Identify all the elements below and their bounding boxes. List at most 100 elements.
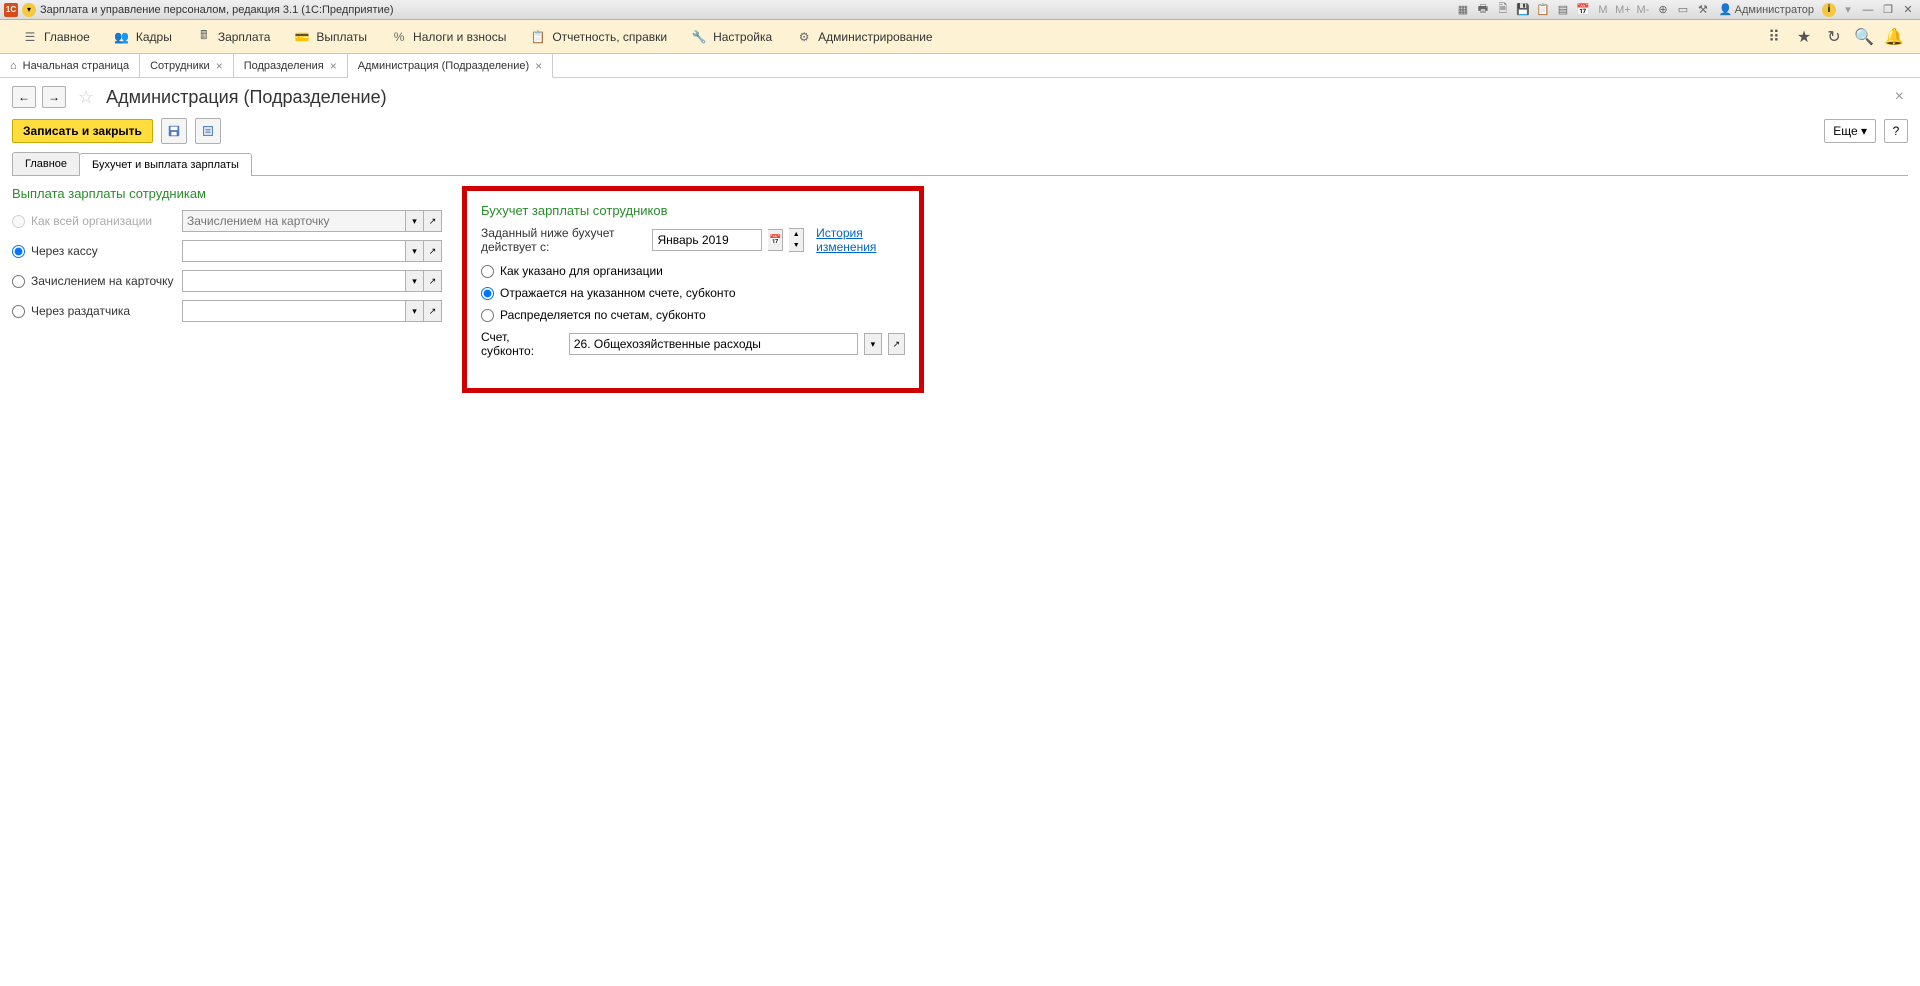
radio-razdatchik[interactable] bbox=[12, 305, 25, 318]
save-icon bbox=[167, 124, 181, 138]
radio-vsey-org[interactable] bbox=[12, 215, 25, 228]
more-button[interactable]: Еще ▾ bbox=[1824, 119, 1876, 143]
titlebar-tool-icon[interactable]: ⚒ bbox=[1695, 2, 1711, 18]
bell-icon[interactable]: 🔔 bbox=[1884, 27, 1904, 47]
tab-home-label: Начальная страница bbox=[23, 60, 129, 72]
nav-forward-button[interactable]: → bbox=[42, 86, 66, 108]
titlebar-save-icon[interactable]: 💾 bbox=[1515, 2, 1531, 18]
app-logo: 1C bbox=[4, 3, 18, 17]
hamburger-icon: ☰ bbox=[22, 29, 38, 45]
titlebar-print-icon[interactable]: 🖶 bbox=[1475, 2, 1491, 18]
tab-podrazdeleniya[interactable]: Подразделения × bbox=[234, 54, 348, 77]
close-window-button[interactable]: ✕ bbox=[1900, 2, 1916, 18]
close-icon[interactable]: × bbox=[535, 59, 542, 73]
menu-zarplata[interactable]: 🖩 Зарплата bbox=[184, 20, 283, 53]
spin-down-button[interactable]: ▼ bbox=[789, 240, 803, 251]
combo-open-btn[interactable]: ↗ bbox=[424, 270, 442, 292]
menu-admin[interactable]: ⚙ Администрирование bbox=[784, 20, 944, 53]
clipboard-icon: 📋 bbox=[530, 29, 546, 45]
radio-kartochka-label: Зачислением на карточку bbox=[31, 274, 174, 288]
titlebar-m-icon[interactable]: M bbox=[1595, 2, 1611, 18]
wrench-icon: 🔧 bbox=[691, 29, 707, 45]
radio-kassa[interactable] bbox=[12, 245, 25, 258]
titlebar-dropdown[interactable]: ▾ bbox=[22, 3, 36, 17]
menu-main[interactable]: ☰ Главное bbox=[10, 20, 102, 53]
wallet-icon: 💳 bbox=[294, 29, 310, 45]
input-kassa[interactable] bbox=[182, 240, 406, 262]
history-link[interactable]: История изменения bbox=[816, 226, 905, 254]
page-header: ← → ☆ Администрация (Подразделение) × bbox=[0, 78, 1920, 114]
menu-nastroika[interactable]: 🔧 Настройка bbox=[679, 20, 784, 53]
history-icon[interactable]: ↻ bbox=[1824, 27, 1844, 47]
user-icon: 👤 bbox=[1719, 3, 1733, 16]
save-close-button[interactable]: Записать и закрыть bbox=[12, 119, 153, 143]
list-button[interactable] bbox=[195, 118, 221, 144]
document-tabs: ⌂ Начальная страница Сотрудники × Подраз… bbox=[0, 54, 1920, 78]
menu-otchetnost[interactable]: 📋 Отчетность, справки bbox=[518, 20, 679, 53]
radio-kartochka[interactable] bbox=[12, 275, 25, 288]
combo-open-btn[interactable]: ↗ bbox=[424, 210, 442, 232]
combo-open-btn[interactable]: ↗ bbox=[424, 300, 442, 322]
titlebar-user[interactable]: 👤 Администратор bbox=[1715, 3, 1818, 16]
titlebar-table-icon[interactable]: ▤ bbox=[1555, 2, 1571, 18]
input-razdatchik[interactable] bbox=[182, 300, 406, 322]
titlebar: 1C ▾ Зарплата и управление персоналом, р… bbox=[0, 0, 1920, 20]
titlebar-zoom-icon[interactable]: ⊕ bbox=[1655, 2, 1671, 18]
radio-kak-ukazano[interactable] bbox=[481, 265, 494, 278]
home-icon: ⌂ bbox=[10, 60, 17, 72]
inner-tab-main[interactable]: Главное bbox=[12, 152, 80, 175]
spin-up-button[interactable]: ▲ bbox=[789, 229, 803, 240]
titlebar-copy-icon[interactable]: 📋 bbox=[1535, 2, 1551, 18]
inner-tab-buhuchet[interactable]: Бухучет и выплата зарплаты bbox=[79, 153, 252, 176]
combo-dropdown-btn[interactable]: ▾ bbox=[406, 270, 424, 292]
tab-home[interactable]: ⌂ Начальная страница bbox=[0, 54, 140, 77]
combo-dropdown-btn[interactable]: ▾ bbox=[406, 240, 424, 262]
titlebar-doc-icon[interactable]: 🗎 bbox=[1495, 2, 1511, 18]
titlebar-mminus-icon[interactable]: M- bbox=[1635, 2, 1651, 18]
star-icon[interactable]: ★ bbox=[1794, 27, 1814, 47]
input-kartochka[interactable] bbox=[182, 270, 406, 292]
menu-kadry[interactable]: 👥 Кадры bbox=[102, 20, 184, 53]
combo-dropdown-btn[interactable]: ▾ bbox=[406, 300, 424, 322]
account-input[interactable] bbox=[569, 333, 858, 355]
radio-otrazhaetsya[interactable] bbox=[481, 287, 494, 300]
menu-admin-label: Администрирование bbox=[818, 30, 932, 44]
titlebar-info-icon[interactable]: i bbox=[1822, 3, 1836, 17]
user-name: Администратор bbox=[1735, 4, 1814, 16]
search-icon[interactable]: 🔍 bbox=[1854, 27, 1874, 47]
salary-payment-title: Выплата зарплаты сотрудникам bbox=[12, 186, 442, 201]
maximize-button[interactable]: ❐ bbox=[1880, 2, 1896, 18]
menu-vyplaty[interactable]: 💳 Выплаты bbox=[282, 20, 379, 53]
close-page-button[interactable]: × bbox=[1895, 88, 1904, 106]
effective-date-label: Заданный ниже бухучет действует с: bbox=[481, 226, 646, 254]
close-icon[interactable]: × bbox=[330, 59, 337, 73]
main-menu: ☰ Главное 👥 Кадры 🖩 Зарплата 💳 Выплаты %… bbox=[0, 20, 1920, 54]
nav-back-button[interactable]: ← bbox=[12, 86, 36, 108]
tab-administratsia[interactable]: Администрация (Подразделение) × bbox=[348, 54, 553, 78]
close-icon[interactable]: × bbox=[216, 59, 223, 73]
titlebar-panel-icon[interactable]: ▭ bbox=[1675, 2, 1691, 18]
radio-raspredelyaetsya[interactable] bbox=[481, 309, 494, 322]
apps-icon[interactable]: ⠿ bbox=[1764, 27, 1784, 47]
titlebar-info-dropdown[interactable]: ▾ bbox=[1840, 2, 1856, 18]
favorite-star-icon[interactable]: ☆ bbox=[78, 87, 94, 108]
effective-date-input[interactable] bbox=[652, 229, 762, 251]
input-vsey-org bbox=[182, 210, 406, 232]
save-button[interactable] bbox=[161, 118, 187, 144]
minimize-button[interactable]: — bbox=[1860, 2, 1876, 18]
titlebar-mplus-icon[interactable]: M+ bbox=[1615, 2, 1631, 18]
calendar-button[interactable]: 📅 bbox=[768, 229, 783, 251]
accounting-section: Бухучет зарплаты сотрудников Заданный ни… bbox=[462, 186, 924, 393]
titlebar-grid-icon[interactable]: ▦ bbox=[1455, 2, 1471, 18]
page-title: Администрация (Подразделение) bbox=[106, 87, 386, 108]
radio-kak-ukazano-label: Как указано для организации bbox=[500, 264, 663, 278]
account-open-button[interactable]: ↗ bbox=[888, 333, 905, 355]
combo-dropdown-btn[interactable]: ▾ bbox=[406, 210, 424, 232]
menu-nastroika-label: Настройка bbox=[713, 30, 772, 44]
titlebar-calendar-icon[interactable]: 📅 bbox=[1575, 2, 1591, 18]
combo-open-btn[interactable]: ↗ bbox=[424, 240, 442, 262]
tab-sotrudniki[interactable]: Сотрудники × bbox=[140, 54, 234, 77]
account-dropdown-button[interactable]: ▾ bbox=[864, 333, 881, 355]
help-button[interactable]: ? bbox=[1884, 119, 1908, 143]
menu-nalogi[interactable]: % Налоги и взносы bbox=[379, 20, 518, 53]
